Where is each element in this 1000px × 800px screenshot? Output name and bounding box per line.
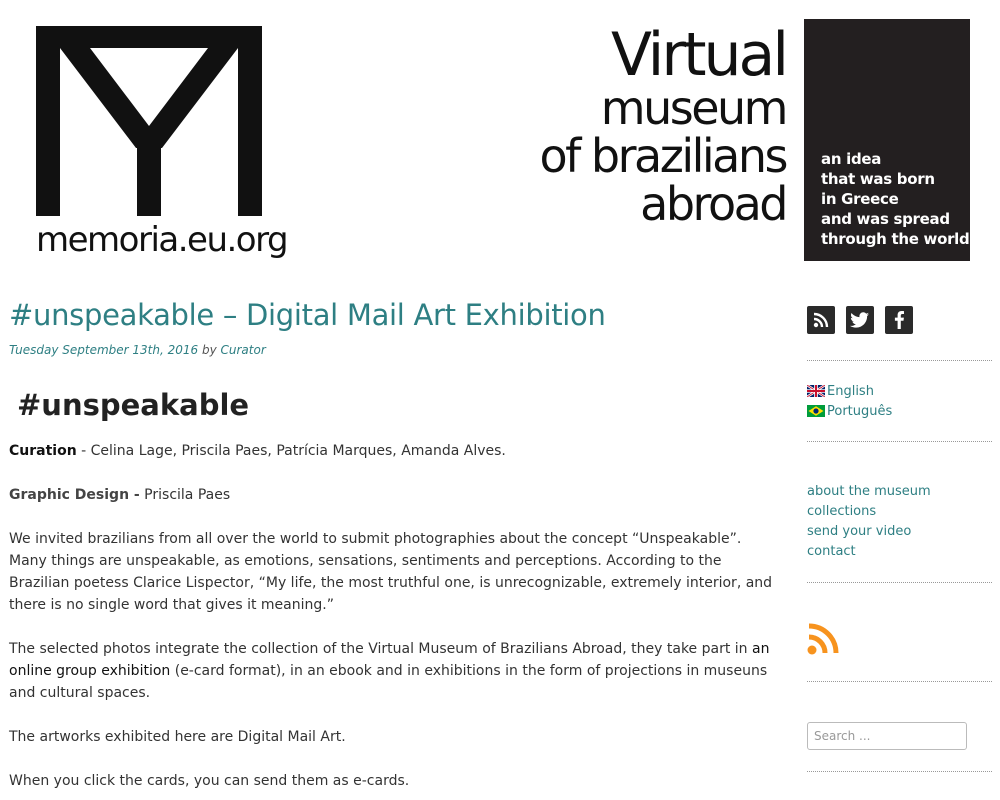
twitter-icon [850, 312, 869, 328]
tagline-line: and was spread [821, 210, 950, 228]
curation-label: Curation [9, 443, 77, 459]
rss-feed-icon[interactable] [806, 622, 840, 656]
post-by: by [201, 343, 217, 357]
nav-collections-link[interactable]: collections [807, 502, 876, 522]
twitter-button[interactable] [846, 306, 874, 334]
design-paragraph: Graphic Design - Priscila Paes [9, 484, 779, 506]
sidebar-divider [807, 582, 992, 583]
post-date[interactable]: Tuesday September 13th, 2016 [9, 343, 198, 357]
museum-title-line2: museum [600, 81, 789, 135]
design-text: Priscila Paes [139, 487, 231, 503]
design-label: Graphic Design - [9, 487, 140, 503]
nav-contact-link[interactable]: contact [807, 542, 856, 562]
curation-paragraph: Curation - Celina Lage, Priscila Paes, P… [9, 440, 779, 462]
selected-paragraph: The selected photos integrate the collec… [9, 638, 779, 704]
language-portugues-label: Português [827, 403, 893, 419]
curation-text: - Celina Lage, Priscila Paes, Patrícia M… [76, 443, 506, 459]
museum-title-line4: abroad [640, 177, 788, 231]
invite-paragraph: We invited brazilians from all over the … [9, 531, 773, 613]
click-paragraph: When you click the cards, you can send t… [9, 773, 410, 789]
museum-title-logo: Virtual museum of brazilians abroad [496, 20, 789, 260]
nav-about-link[interactable]: about the museum [807, 482, 931, 502]
post-title[interactable]: #unspeakable – Digital Mail Art Exhibiti… [9, 298, 606, 332]
language-english[interactable]: English [807, 381, 874, 401]
language-english-label: English [827, 383, 874, 399]
tagline-box: an idea that was born in Greece and was … [804, 19, 970, 261]
sidebar-divider [807, 360, 992, 361]
nav-send-video-link[interactable]: send your video [807, 522, 911, 542]
tagline-line: through the world [821, 230, 970, 248]
museum-title-line3: of brazilians [539, 129, 788, 183]
sidebar-divider [807, 681, 992, 682]
brazil-flag-icon [807, 405, 825, 417]
museum-title-line1: Virtual [610, 20, 789, 90]
uk-flag-icon [807, 385, 825, 397]
sidebar-divider [807, 441, 992, 442]
memoria-monogram-icon [36, 26, 262, 216]
post-meta: Tuesday September 13th, 2016 by Curator [9, 343, 266, 357]
memoria-logo-text: memoria.eu.org [36, 220, 289, 260]
memoria-logo[interactable]: memoria.eu.org [36, 26, 289, 262]
facebook-icon [894, 311, 904, 329]
search-input[interactable] [807, 722, 967, 750]
tagline-line: in Greece [821, 190, 899, 208]
facebook-button[interactable] [885, 306, 913, 334]
artworks-paragraph: The artworks exhibited here are Digital … [9, 729, 346, 745]
rss-icon [813, 312, 829, 328]
language-portugues[interactable]: Português [807, 401, 892, 421]
tagline-line: an idea [821, 150, 882, 168]
tagline-line: that was born [821, 170, 935, 188]
rss-button[interactable] [807, 306, 835, 334]
post-heading: #unspeakable [17, 388, 250, 422]
sidebar-divider [807, 771, 992, 772]
post-author[interactable]: Curator [221, 343, 266, 357]
selected-text-1: The selected photos integrate the collec… [9, 641, 752, 657]
